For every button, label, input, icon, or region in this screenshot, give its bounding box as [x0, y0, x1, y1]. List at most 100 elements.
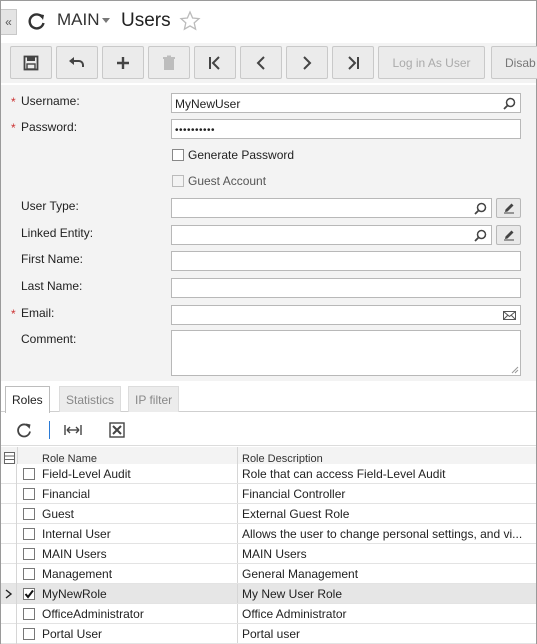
- role-checkbox[interactable]: [23, 468, 35, 480]
- row-selector[interactable]: [1, 544, 17, 564]
- previous-record-button[interactable]: [240, 46, 282, 79]
- role-name-cell: Management: [42, 567, 113, 581]
- role-name-cell: Guest: [42, 507, 75, 521]
- role-checkbox[interactable]: [23, 568, 35, 580]
- required-marker: *: [11, 95, 16, 109]
- user-form: * Username: MyNewUser * Password: ••••••…: [1, 85, 536, 381]
- email-label: Email:: [21, 306, 55, 320]
- row-selector[interactable]: [1, 484, 17, 504]
- generate-password-checkbox[interactable]: [172, 149, 184, 161]
- first-name-field[interactable]: [171, 251, 521, 271]
- edit-user-type-button[interactable]: [496, 198, 521, 218]
- log-in-as-user-button[interactable]: Log in As User: [378, 46, 485, 79]
- column-divider: [237, 464, 238, 483]
- add-button[interactable]: [102, 46, 144, 79]
- tab-roles[interactable]: Roles: [5, 386, 50, 413]
- column-settings-icon[interactable]: [4, 452, 15, 464]
- table-row[interactable]: Financial Financial Controller: [1, 484, 536, 504]
- first-name-label: First Name:: [21, 252, 84, 266]
- resize-grip-icon[interactable]: [511, 366, 519, 374]
- role-checkbox[interactable]: [23, 548, 35, 560]
- role-checkbox[interactable]: [23, 588, 35, 600]
- generate-password-label: Generate Password: [188, 148, 295, 162]
- table-row[interactable]: OfficeAdministrator Office Administrator: [1, 604, 536, 624]
- fit-columns-icon[interactable]: [64, 421, 82, 439]
- role-checkbox[interactable]: [23, 608, 35, 620]
- last-name-field[interactable]: [171, 278, 521, 298]
- row-selector[interactable]: [1, 624, 17, 644]
- table-row[interactable]: MAIN Users MAIN Users: [1, 544, 536, 564]
- magnifier-icon[interactable]: [503, 97, 516, 110]
- title-bar: « MAIN Users: [1, 1, 536, 41]
- role-name-cell: Field-Level Audit: [42, 467, 131, 481]
- role-name-cell: OfficeAdministrator: [42, 607, 144, 621]
- save-button[interactable]: [10, 46, 52, 79]
- role-name-cell: Portal User: [42, 627, 103, 641]
- role-name-cell: MAIN Users: [42, 547, 107, 561]
- company-selector[interactable]: MAIN: [57, 10, 100, 30]
- table-row[interactable]: Portal User Portal user: [1, 624, 536, 644]
- table-row[interactable]: Management General Management: [1, 564, 536, 584]
- table-row[interactable]: Guest External Guest Role: [1, 504, 536, 524]
- comment-textarea[interactable]: [171, 330, 521, 376]
- envelope-icon[interactable]: [503, 309, 516, 322]
- first-record-button[interactable]: [194, 46, 236, 79]
- linked-entity-label: Linked Entity:: [21, 226, 94, 240]
- email-field[interactable]: [171, 305, 521, 325]
- star-icon[interactable]: [179, 10, 201, 32]
- row-selector[interactable]: [1, 604, 17, 624]
- next-record-button[interactable]: [286, 46, 328, 79]
- password-label: Password:: [21, 120, 78, 134]
- row-selector[interactable]: [1, 564, 17, 584]
- undo-button[interactable]: [56, 46, 98, 79]
- role-description-cell: MAIN Users: [242, 547, 307, 561]
- row-selector[interactable]: [1, 464, 17, 484]
- first-page-icon: [209, 55, 220, 70]
- row-selector[interactable]: [1, 584, 17, 604]
- save-icon: [23, 55, 39, 70]
- tab-statistics[interactable]: Statistics: [59, 386, 122, 412]
- role-name-cell: MyNewRole: [42, 587, 107, 601]
- comment-label: Comment:: [21, 332, 77, 346]
- refresh-icon[interactable]: [15, 421, 33, 439]
- excel-icon[interactable]: [108, 421, 126, 439]
- role-checkbox[interactable]: [23, 508, 35, 520]
- magnifier-icon[interactable]: [474, 229, 487, 242]
- trash-icon: [163, 55, 175, 70]
- last-record-button[interactable]: [332, 46, 374, 79]
- role-checkbox[interactable]: [23, 488, 35, 500]
- magnifier-icon[interactable]: [474, 202, 487, 215]
- row-selector[interactable]: [1, 524, 17, 544]
- username-field[interactable]: MyNewUser: [171, 93, 521, 113]
- edit-linked-entity-button[interactable]: [496, 225, 521, 245]
- column-divider: [237, 484, 238, 503]
- username-label: Username:: [21, 94, 80, 108]
- tab-ip-filter[interactable]: IP filter: [128, 386, 180, 412]
- password-field[interactable]: ••••••••••: [171, 119, 521, 139]
- column-divider: [237, 604, 238, 623]
- delete-button[interactable]: [148, 46, 190, 79]
- role-description-cell: General Management: [242, 567, 359, 581]
- pencil-icon: [503, 203, 514, 214]
- row-selector[interactable]: [1, 504, 17, 524]
- user-type-field[interactable]: [171, 198, 492, 218]
- chevron-down-icon[interactable]: [102, 18, 110, 23]
- guest-account-checkbox[interactable]: [172, 175, 184, 187]
- disable-user-button[interactable]: Disab: [491, 46, 537, 79]
- role-checkbox[interactable]: [23, 528, 35, 540]
- collapse-sidebar-button[interactable]: «: [1, 9, 17, 35]
- checkmark-icon: [24, 589, 34, 599]
- table-row[interactable]: MyNewRole My New User Role: [1, 584, 536, 604]
- plus-icon: [117, 56, 129, 69]
- table-row[interactable]: Internal User Allows the user to change p…: [1, 524, 536, 544]
- password-value: ••••••••••: [175, 125, 216, 136]
- column-divider: [237, 544, 238, 563]
- table-row[interactable]: Field-Level Audit Role that can access Fi…: [1, 464, 536, 484]
- role-checkbox[interactable]: [23, 628, 35, 640]
- toolbar: Log in As User Disab: [1, 43, 537, 83]
- role-description-cell: Financial Controller: [242, 487, 346, 501]
- role-description-cell: Office Administrator: [242, 607, 347, 621]
- username-value: MyNewUser: [175, 97, 241, 111]
- refresh-icon[interactable]: [27, 11, 47, 31]
- linked-entity-field[interactable]: [171, 225, 492, 245]
